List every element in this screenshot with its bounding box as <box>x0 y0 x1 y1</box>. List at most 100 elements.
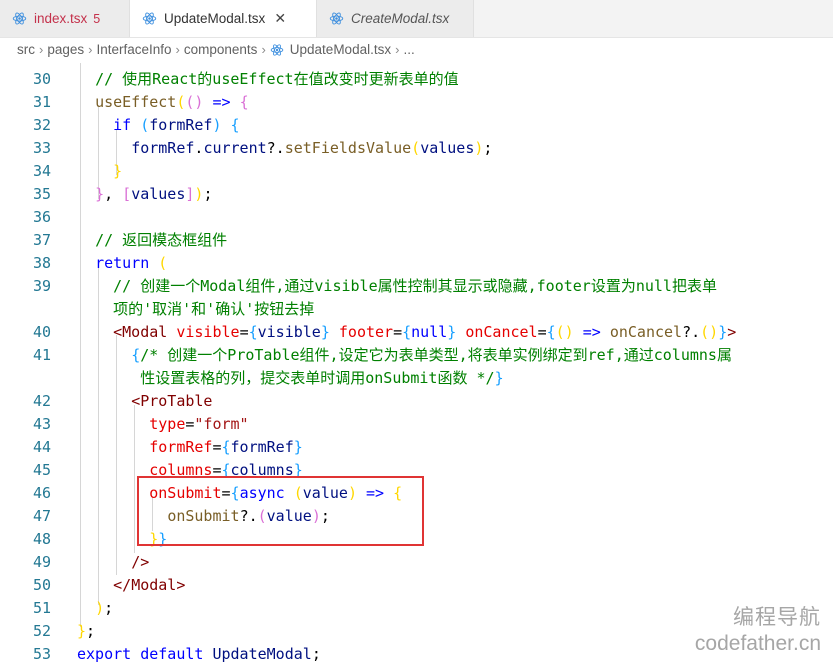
line-number: 44 <box>32 438 51 456</box>
problem-count-badge: 5 <box>93 11 101 26</box>
code-token: if <box>113 116 132 134</box>
code-line: 39 // 创建一个Modal组件,通过visible属性控制其显示或隐藏,fo… <box>0 275 833 298</box>
code-token: onCancel <box>465 323 538 341</box>
code-line: 34 } <box>0 160 833 183</box>
tab-updatemodal[interactable]: UpdateModal.tsx ✕ <box>130 0 317 37</box>
code-token: useEffect <box>95 93 177 111</box>
code-token: type <box>149 415 186 433</box>
line-number: 43 <box>32 415 51 433</box>
code-token: null <box>411 323 448 341</box>
highlight-annotation-box <box>137 476 424 546</box>
line-number: 33 <box>32 139 51 157</box>
react-icon <box>12 12 27 25</box>
breadcrumb-item[interactable]: ... <box>403 42 414 57</box>
line-number: 47 <box>32 507 51 525</box>
code-line-wrap: 性设置表格的列，提交表单时调用onSubmit函数 */} <box>140 369 504 387</box>
code-comment: // 创建一个Modal组件,通过visible属性控制其显示或隐藏,foote… <box>113 277 717 295</box>
code-line: 42 <ProTable <box>0 390 833 413</box>
code-line: 49 /> <box>0 551 833 574</box>
line-number: 34 <box>32 162 51 180</box>
watermark-title: 编程导航 <box>733 606 821 629</box>
breadcrumb-item[interactable]: components <box>184 42 258 57</box>
tab-index[interactable]: index.tsx 5 <box>0 0 130 37</box>
line-number: 30 <box>32 70 51 88</box>
code-token: ProTable <box>140 392 213 410</box>
code-token: default <box>140 645 204 663</box>
line-number: 48 <box>32 530 51 548</box>
line-number: 42 <box>32 392 51 410</box>
breadcrumb-item[interactable]: InterfaceInfo <box>96 42 171 57</box>
line-number: 45 <box>32 461 51 479</box>
code-line: 38 return ( <box>0 252 833 275</box>
tab-label: CreateModal.tsx <box>351 11 450 26</box>
code-editor[interactable]: 30 // 使用React的useEffect在值改变时更新表单的值 31 us… <box>0 63 833 667</box>
code-token: footer <box>338 323 394 341</box>
line-number: 40 <box>32 323 51 341</box>
line-number: 36 <box>32 208 51 226</box>
code-token: return <box>95 254 150 272</box>
chevron-right-icon: › <box>88 42 93 57</box>
tab-label: index.tsx <box>34 11 88 26</box>
tab-createmodal[interactable]: CreateModal.tsx <box>317 0 474 37</box>
breadcrumb-item[interactable]: UpdateModal.tsx <box>290 42 391 57</box>
code-token: formRef <box>149 116 213 134</box>
code-line: 30 // 使用React的useEffect在值改变时更新表单的值 <box>0 68 833 91</box>
code-token: UpdateModal <box>212 645 312 663</box>
code-line: 35 }, [values]); <box>0 183 833 206</box>
line-number: 32 <box>32 116 51 134</box>
line-number: 50 <box>32 576 51 594</box>
code-line: 33 formRef.current?.setFieldsValue(value… <box>0 137 833 160</box>
code-line: 44 formRef={formRef} <box>0 436 833 459</box>
breadcrumb-item[interactable]: pages <box>47 42 84 57</box>
line-number: 37 <box>32 231 51 249</box>
code-token: visible <box>176 323 240 341</box>
tab-label: UpdateModal.tsx <box>164 11 266 26</box>
code-line: 37 // 返回模态框组件 <box>0 229 833 252</box>
line-number: 49 <box>32 553 51 571</box>
line-number: 41 <box>32 346 51 364</box>
line-number: 31 <box>32 93 51 111</box>
code-line: 32 if (formRef) { <box>0 114 833 137</box>
breadcrumb-item[interactable]: src <box>17 42 35 57</box>
chevron-right-icon: › <box>175 42 180 57</box>
code-token: formRef <box>149 438 213 456</box>
code-token: export <box>77 645 132 663</box>
chevron-right-icon: › <box>39 42 44 57</box>
code-line: 50 </Modal> <box>0 574 833 597</box>
code-token: => <box>212 93 231 111</box>
close-icon[interactable]: ✕ <box>274 10 286 27</box>
line-number: 51 <box>32 599 51 617</box>
code-comment: /* 创建一个ProTable组件,设定它为表单类型,将表单实例绑定到ref,通… <box>140 346 732 364</box>
code-token: setFieldsValue <box>284 139 412 157</box>
line-number: 46 <box>32 484 51 502</box>
code-line: 31 useEffect(() => { <box>0 91 833 114</box>
line-number: 52 <box>32 622 51 640</box>
code-line: 51 ); <box>0 597 833 620</box>
line-number: 53 <box>32 645 51 663</box>
code-line: 43 type="form" <box>0 413 833 436</box>
line-number: 35 <box>32 185 51 203</box>
react-icon <box>329 12 344 25</box>
code-token: Modal <box>131 576 177 594</box>
react-icon <box>142 12 157 25</box>
line-number: 38 <box>32 254 51 272</box>
breadcrumb: src › pages › InterfaceInfo › components… <box>0 38 833 61</box>
chevron-right-icon: › <box>395 42 400 57</box>
chevron-right-icon: › <box>261 42 266 57</box>
code-token: formRef <box>230 438 294 456</box>
react-icon <box>270 43 284 56</box>
watermark-url: codefather.cn <box>694 632 821 655</box>
code-token: visible <box>257 323 321 341</box>
code-token: current <box>203 139 267 157</box>
code-token: "form" <box>194 415 249 433</box>
code-token: /> <box>131 553 150 571</box>
code-token: values <box>420 139 475 157</box>
editor-tab-bar: index.tsx 5 UpdateModal.tsx ✕ CreateModa… <box>0 0 833 38</box>
code-comment: // 返回模态框组件 <box>95 231 228 249</box>
code-token: values <box>131 185 186 203</box>
code-comment: // 使用React的useEffect在值改变时更新表单的值 <box>95 70 459 88</box>
code-token: formRef <box>131 139 195 157</box>
line-number: 39 <box>32 277 51 295</box>
code-line-wrap: 项的'取消'和'确认'按钮去掉 <box>0 298 833 321</box>
code-line: 41 {/* 创建一个ProTable组件,设定它为表单类型,将表单实例绑定到r… <box>0 344 833 367</box>
